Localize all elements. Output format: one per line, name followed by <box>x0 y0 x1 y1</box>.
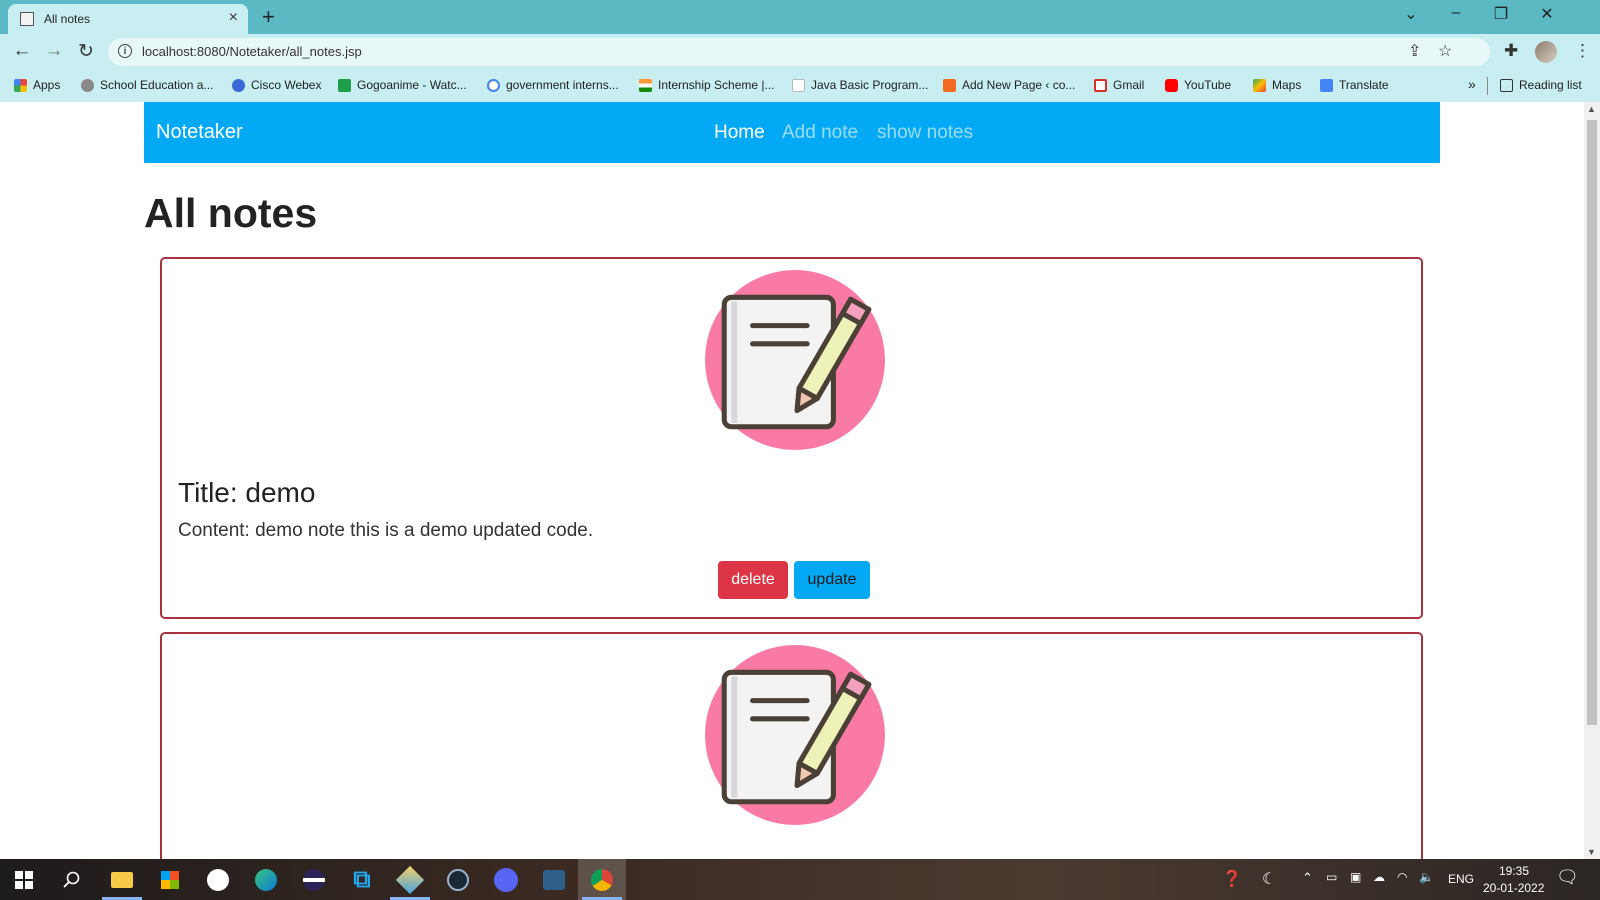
forward-icon[interactable]: → <box>42 40 66 62</box>
new-tab-icon[interactable]: + <box>262 4 275 30</box>
bookmark-youtube[interactable]: YouTube <box>1165 78 1231 92</box>
bookmark-cisco-webex[interactable]: Cisco Webex <box>232 78 321 92</box>
note-illustration-icon <box>705 645 885 825</box>
edge-browser-icon[interactable] <box>242 859 290 900</box>
google-icon <box>487 78 500 92</box>
nav-link-home[interactable]: Home <box>714 122 765 144</box>
bookmark-star-icon[interactable]: ☆ <box>1438 41 1452 61</box>
maps-icon <box>1253 78 1266 92</box>
menu-kebab-icon[interactable]: ⋮ <box>1574 41 1591 61</box>
india-flag-icon <box>639 78 652 92</box>
bookmark-translate[interactable]: Translate <box>1320 78 1389 92</box>
gmail-icon <box>1094 78 1107 92</box>
wifi-icon[interactable]: ◠ <box>1397 870 1407 884</box>
translate-icon <box>1320 78 1333 92</box>
bookmark-gogoanime[interactable]: Gogoanime - Watc... <box>338 78 467 92</box>
start-button[interactable] <box>0 859 48 900</box>
netbeans-icon[interactable] <box>386 859 434 900</box>
app-navbar: Notetaker Home Add note show notes <box>144 102 1440 163</box>
scroll-up-icon[interactable]: ▲ <box>1587 104 1596 114</box>
volume-icon[interactable]: 🔈 <box>1419 870 1434 884</box>
notifications-icon[interactable]: 🗨 <box>1556 867 1579 888</box>
page-viewport: Notetaker Home Add note show notes All n… <box>0 102 1584 859</box>
clock-time[interactable]: 19:35 <box>1499 864 1529 878</box>
bookmark-add-new-page[interactable]: Add New Page ‹ co... <box>943 78 1075 92</box>
delete-button[interactable]: delete <box>718 561 788 599</box>
school-icon <box>81 78 94 92</box>
page-favicon-icon <box>20 12 34 26</box>
share-icon[interactable]: ⇪ <box>1408 41 1421 61</box>
windows-taskbar: ⧉ ❓ ☾ ⌃ ▭ ▣ ☁ ◠ 🔈 ENG 19:35 20-01-2022 🗨 <box>0 859 1600 900</box>
discord-icon[interactable] <box>482 859 530 900</box>
page-scrollbar[interactable]: ▲ ▼ <box>1584 102 1600 859</box>
bookmark-school-education[interactable]: School Education a... <box>81 78 213 92</box>
windows-logo-icon <box>15 870 33 889</box>
file-explorer-icon[interactable] <box>98 859 146 900</box>
profile-avatar[interactable] <box>1535 41 1557 63</box>
site-info-icon[interactable]: i <box>118 44 132 58</box>
gogoanime-icon <box>338 78 351 92</box>
reload-icon[interactable]: ↻ <box>74 40 98 63</box>
reading-list-icon <box>1500 78 1513 92</box>
extensions-icon[interactable]: ✚ <box>1504 41 1518 61</box>
reading-list-button[interactable]: Reading list <box>1500 78 1582 92</box>
page-title: All notes <box>144 190 318 236</box>
nav-link-add-note[interactable]: Add note <box>782 122 858 144</box>
apps-grid-icon <box>14 78 27 92</box>
tab-search-icon[interactable]: ⌄ <box>1396 4 1426 24</box>
youtube-icon <box>1165 78 1178 92</box>
webex-icon <box>232 78 245 92</box>
vscode-icon[interactable]: ⧉ <box>338 859 386 900</box>
scroll-down-icon[interactable]: ▼ <box>1587 847 1596 857</box>
bookmark-gmail[interactable]: Gmail <box>1094 78 1144 92</box>
help-icon[interactable]: ❓ <box>1222 869 1242 889</box>
browser-tab-strip: All notes × + ⌄ – ❐ ✕ <box>0 0 1600 34</box>
bookmark-government-internship[interactable]: government interns... <box>487 78 619 92</box>
chrome-icon[interactable] <box>578 859 626 900</box>
microsoft-store-icon[interactable] <box>146 859 194 900</box>
note-card <box>160 632 1423 859</box>
clock-date[interactable]: 20-01-2022 <box>1483 881 1544 895</box>
weather-icon[interactable]: ☾ <box>1262 869 1276 889</box>
minimize-icon[interactable]: – <box>1441 4 1471 22</box>
bookmark-apps[interactable]: Apps <box>14 78 60 92</box>
close-window-icon[interactable]: ✕ <box>1532 4 1562 24</box>
note-title: Title: demo <box>178 477 316 508</box>
battery-icon[interactable]: ▭ <box>1326 870 1337 884</box>
bookmarks-divider <box>1487 77 1488 95</box>
bookmark-maps[interactable]: Maps <box>1253 78 1301 92</box>
back-icon[interactable]: ← <box>10 40 34 62</box>
note-card: Title: demo Content: demo note this is a… <box>160 257 1423 619</box>
show-hidden-icons[interactable]: ⌃ <box>1302 870 1313 886</box>
note-content: Content: demo note this is a demo update… <box>178 520 594 541</box>
navbar-brand[interactable]: Notetaker <box>156 121 243 144</box>
update-button[interactable]: update <box>794 561 870 599</box>
bookmark-java-basic[interactable]: Java Basic Program... <box>792 78 928 92</box>
more-bookmarks-icon[interactable]: » <box>1468 76 1476 92</box>
steam-icon[interactable] <box>434 859 482 900</box>
browser-tab[interactable]: All notes × <box>8 4 248 34</box>
bookmarks-bar: Apps School Education a... Cisco Webex G… <box>0 70 1600 102</box>
wordpress-icon <box>943 78 956 92</box>
device-icon[interactable]: ▣ <box>1350 870 1361 884</box>
eclipse-icon[interactable] <box>290 859 338 900</box>
mysql-workbench-icon[interactable] <box>530 859 578 900</box>
scrollbar-thumb[interactable] <box>1587 120 1597 725</box>
tab-title: All notes <box>44 12 91 26</box>
restore-icon[interactable]: ❐ <box>1486 4 1516 24</box>
search-icon[interactable] <box>48 859 96 900</box>
address-bar[interactable]: i localhost:8080/Notetaker/all_notes.jsp… <box>108 38 1490 66</box>
w3r-icon <box>792 78 805 92</box>
note-illustration-icon <box>705 270 885 450</box>
onedrive-icon[interactable]: ☁ <box>1373 870 1385 884</box>
nav-link-show-notes[interactable]: show notes <box>877 122 973 144</box>
word-app-icon[interactable] <box>194 859 242 900</box>
language-indicator[interactable]: ENG <box>1448 872 1474 886</box>
url-text[interactable]: localhost:8080/Notetaker/all_notes.jsp <box>142 44 362 59</box>
bookmark-internship-scheme[interactable]: Internship Scheme |... <box>639 78 775 92</box>
tab-close-icon[interactable]: × <box>229 9 238 27</box>
browser-toolbar: ← → ↻ i localhost:8080/Notetaker/all_not… <box>0 34 1600 70</box>
